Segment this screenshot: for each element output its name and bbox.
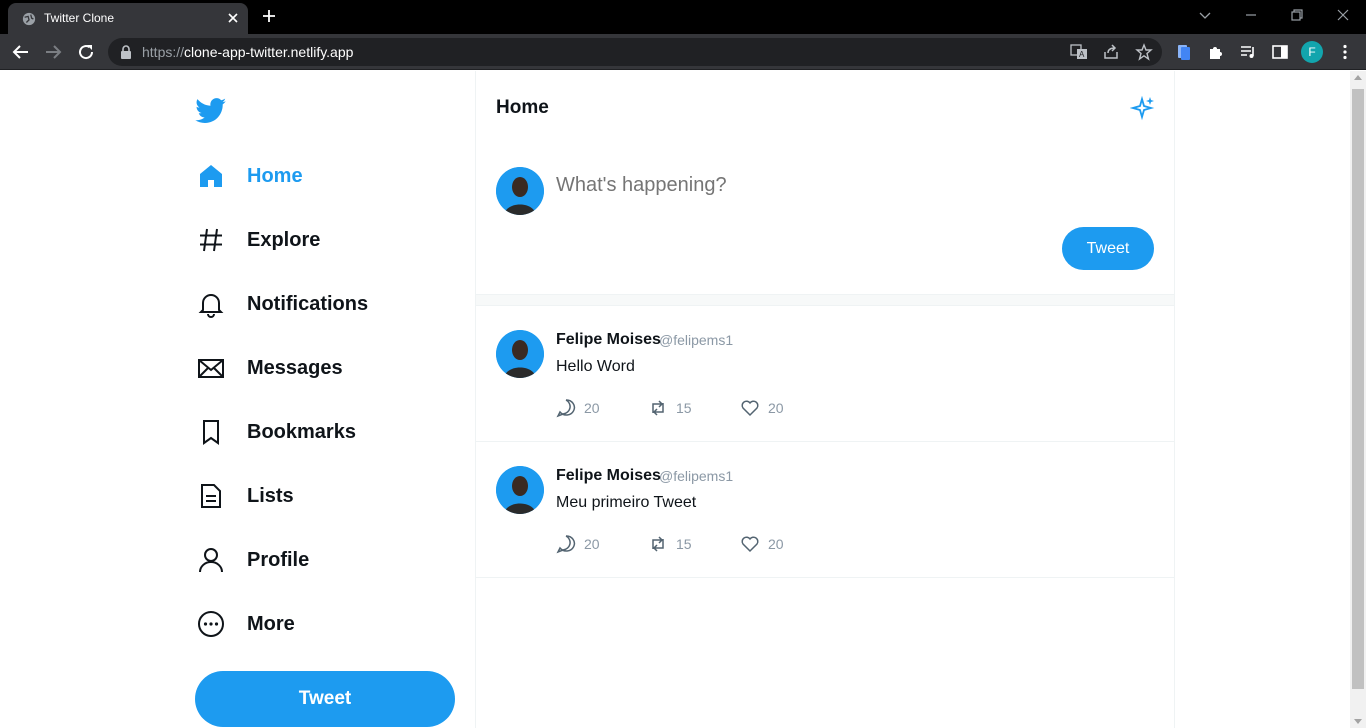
extension-docs-icon[interactable] [1175, 43, 1193, 61]
url-host: clone-app-twitter.netlify.app [184, 44, 354, 60]
list-icon [201, 484, 221, 508]
sidebar-item-label: Home [247, 165, 303, 187]
sidebar-item-profile[interactable]: Profile [195, 539, 455, 579]
home-icon [200, 165, 222, 187]
menu-icon[interactable] [1336, 43, 1354, 61]
profile-avatar[interactable]: F [1301, 41, 1323, 63]
sidebar-item-explore[interactable]: Explore [195, 219, 455, 259]
page: Home Explore Notifications Messages Book… [0, 71, 1350, 728]
sidebar-item-label: Bookmarks [247, 421, 356, 443]
retweet-icon [652, 536, 664, 552]
more-icon [198, 611, 224, 637]
post-text: Hello Word [556, 358, 635, 375]
twitter-logo-icon[interactable] [195, 98, 227, 124]
section-divider [476, 294, 1174, 306]
address-bar[interactable]: https://clone-app-twitter.netlify.app A [108, 38, 1162, 66]
url-scheme: https:// [142, 44, 185, 60]
new-tab-icon[interactable] [262, 9, 276, 23]
reply-icon [556, 535, 576, 554]
sidebar-item-more[interactable]: More [195, 603, 455, 643]
envelope-icon [198, 359, 224, 378]
sidebar-item-home[interactable]: Home [195, 155, 455, 195]
like-count: 20 [768, 400, 784, 416]
svg-text:A: A [1079, 50, 1085, 59]
sidebar-item-notifications[interactable]: Notifications [195, 283, 455, 323]
retweet-icon [652, 400, 664, 416]
user-photo-icon [496, 466, 544, 514]
sidebar-item-label: Profile [247, 549, 310, 571]
restore-icon[interactable] [1290, 8, 1304, 22]
tab-title: Twitter Clone [44, 11, 115, 25]
url-text[interactable]: https://clone-app-twitter.netlify.app [142, 44, 353, 61]
browser-tab[interactable]: Twitter Clone [8, 3, 248, 34]
retweet-count: 15 [676, 400, 692, 416]
media-control-icon[interactable] [1239, 43, 1257, 61]
post-text: Meu primeiro Tweet [556, 494, 697, 511]
scroll-up-arrow-icon[interactable] [1354, 75, 1362, 80]
back-icon[interactable] [12, 43, 30, 61]
page-title: Home [496, 97, 549, 118]
bookmark-star-icon[interactable] [1135, 43, 1153, 61]
reply-icon [556, 399, 576, 418]
sidebar-item-messages[interactable]: Messages [195, 347, 455, 387]
user-icon [199, 548, 223, 573]
close-tab-icon[interactable] [226, 11, 240, 25]
composer-avatar[interactable] [496, 167, 544, 215]
share-icon[interactable] [1102, 43, 1120, 61]
sidebar-tweet-button[interactable]: Tweet [195, 671, 455, 727]
post-author-handle[interactable]: @felipems1 [659, 332, 733, 348]
sparkle-icon[interactable] [1130, 95, 1156, 121]
page-scrollbar[interactable] [1350, 71, 1366, 728]
sidebar-item-label: Explore [247, 229, 321, 251]
lock-icon[interactable] [120, 45, 132, 59]
extensions-icon[interactable] [1207, 43, 1225, 61]
scrollbar-thumb[interactable] [1352, 89, 1364, 689]
reply-count: 20 [584, 536, 600, 552]
heart-icon [741, 400, 759, 417]
browser-toolbar: https://clone-app-twitter.netlify.app A … [0, 34, 1366, 70]
sidebar-item-lists[interactable]: Lists [195, 475, 455, 515]
forward-icon[interactable] [44, 43, 62, 61]
heart-icon [741, 536, 759, 553]
retweet-count: 15 [676, 536, 692, 552]
sidebar-item-label: Messages [247, 357, 343, 379]
post-avatar[interactable] [496, 466, 544, 514]
minimize-icon[interactable] [1244, 8, 1258, 22]
post-author-handle[interactable]: @felipems1 [659, 468, 733, 484]
scroll-down-arrow-icon[interactable] [1354, 719, 1362, 724]
globe-icon [22, 12, 36, 26]
tweet-post[interactable]: Felipe Moises @felipems1 Meu primeiro Tw… [476, 442, 1174, 578]
composer-input[interactable] [556, 171, 1136, 199]
reply-count: 20 [584, 400, 600, 416]
post-avatar[interactable] [496, 330, 544, 378]
post-author-name[interactable]: Felipe Moises [556, 467, 661, 485]
composer-tweet-button[interactable]: Tweet [1062, 227, 1154, 270]
user-photo-icon [496, 330, 544, 378]
user-photo-icon [496, 167, 544, 215]
tab-search-icon[interactable] [1198, 8, 1212, 22]
browser-tab-bar: Twitter Clone [0, 0, 1366, 34]
post-author-name[interactable]: Felipe Moises [556, 331, 661, 349]
bell-icon [198, 294, 224, 318]
side-panel-icon[interactable] [1271, 43, 1289, 61]
like-count: 20 [768, 536, 784, 552]
sidebar-item-label: Notifications [247, 293, 369, 315]
tweet-post[interactable]: Felipe Moises @felipems1 Hello Word 20 1… [476, 306, 1174, 442]
translate-icon[interactable]: A [1070, 43, 1088, 61]
close-window-icon[interactable] [1336, 8, 1350, 22]
sidebar-item-label: Lists [247, 485, 294, 507]
timeline-column: Home Tweet Felipe Moises @felipems1 Hell… [475, 71, 1175, 728]
hashtag-icon [200, 228, 222, 252]
sidebar-item-label: More [247, 613, 295, 635]
reload-icon[interactable] [77, 43, 95, 61]
bookmark-icon [203, 420, 219, 445]
sidebar-item-bookmarks[interactable]: Bookmarks [195, 411, 455, 451]
